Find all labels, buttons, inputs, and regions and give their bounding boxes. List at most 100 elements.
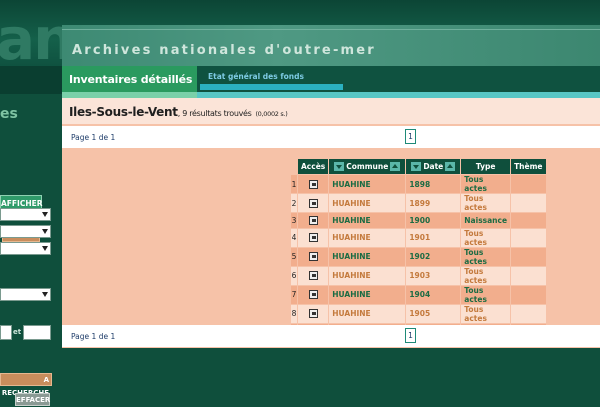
view-document-icon[interactable] [308, 252, 318, 262]
theme-cell [510, 227, 547, 248]
recherche-button[interactable]: A RECHERCHE [0, 373, 52, 397]
table-row[interactable]: 4 HUAHINE 1901 Tous actes [290, 227, 547, 248]
theme-cell [510, 174, 547, 194]
header-date-label: Date [423, 161, 444, 171]
commune-cell[interactable]: HUAHINE [328, 212, 407, 229]
commune-cell[interactable]: HUAHINE [328, 265, 407, 286]
commune-cell[interactable]: HUAHINE [328, 174, 407, 194]
results-panel: Iles-Sous-le-Vent, 9 résultats trouvés (… [62, 98, 600, 348]
table-row[interactable]: 8 HUAHINE 1905 Tous actes [290, 303, 547, 324]
date-from-field[interactable] [0, 325, 12, 340]
date-cell: 1902 [405, 246, 462, 267]
filter-select-1[interactable] [0, 208, 51, 221]
effacer-button[interactable]: EFFACER [15, 393, 50, 406]
tab-etat-general[interactable]: Etat général des fonds [208, 72, 304, 81]
acces-cell [296, 212, 330, 229]
table-row[interactable]: 7 HUAHINE 1904 Tous actes [290, 284, 547, 305]
acces-cell [296, 227, 330, 248]
header-commune-label: Commune [346, 161, 389, 171]
commune-cell[interactable]: HUAHINE [328, 193, 407, 213]
chevron-down-icon [42, 292, 48, 297]
sort-asc-icon[interactable] [445, 162, 456, 172]
view-document-icon[interactable] [308, 216, 318, 226]
result-place: Iles-Sous-le-Vent [69, 105, 178, 119]
view-document-icon[interactable] [308, 198, 318, 208]
acces-cell [296, 284, 330, 305]
row-number: 5 [290, 246, 298, 267]
row-number: 3 [290, 212, 298, 229]
result-header: Iles-Sous-le-Vent, 9 résultats trouvés (… [62, 98, 600, 124]
row-number: 7 [290, 284, 298, 305]
table-header-row: Accès Commune Date Type Thème [290, 158, 547, 175]
type-cell: Tous actes [460, 246, 512, 267]
table-row[interactable]: 5 HUAHINE 1902 Tous actes [290, 246, 547, 267]
acces-cell [296, 174, 330, 194]
result-title: Iles-Sous-le-Vent, 9 résultats trouvés (… [69, 105, 288, 119]
acces-cell [296, 246, 330, 267]
acces-cell [296, 303, 330, 324]
date-to-field[interactable] [23, 325, 51, 340]
date-cell: 1901 [405, 227, 462, 248]
chevron-down-icon [42, 246, 48, 251]
type-cell: Tous actes [460, 193, 512, 213]
page-number-button[interactable]: 1 [405, 129, 416, 144]
main-tabs: Inventaires détaillés Etat général des f… [62, 66, 600, 92]
filter-select-3[interactable] [0, 242, 51, 255]
theme-cell [510, 303, 547, 324]
view-document-icon[interactable] [308, 271, 318, 281]
table-row[interactable]: 3 HUAHINE 1900 Naissance [290, 212, 547, 229]
table-row[interactable]: 6 HUAHINE 1903 Tous actes [290, 265, 547, 286]
date-cell: 1898 [405, 174, 462, 194]
theme-cell [510, 265, 547, 286]
page-number-button[interactable]: 1 [405, 328, 416, 343]
title-band: Archives nationales d'outre-mer [62, 25, 600, 66]
type-cell: Tous actes [460, 265, 512, 286]
result-count: , 9 résultats trouvés [177, 109, 252, 118]
date-cell: 1899 [405, 193, 462, 213]
pagination-bottom: Page 1 de 1 1 [62, 325, 600, 347]
filter-select-4[interactable] [0, 288, 51, 301]
view-document-icon[interactable] [308, 179, 318, 189]
type-cell: Tous actes [460, 174, 512, 194]
date-cell: 1903 [405, 265, 462, 286]
results-table: Accès Commune Date Type Thème 1 HUAHINE 18… [290, 158, 547, 343]
date-range-separator: et [13, 328, 22, 336]
sort-desc-icon[interactable] [334, 162, 345, 172]
site-header: anom Archives nationales d'outre-mer [0, 0, 600, 66]
sidebar-header [0, 66, 62, 94]
view-document-icon[interactable] [308, 233, 318, 243]
theme-cell [510, 246, 547, 267]
commune-cell[interactable]: HUAHINE [328, 303, 407, 324]
sidebar-section-label: es [0, 106, 18, 122]
chevron-down-icon [42, 212, 48, 217]
row-number: 8 [290, 303, 298, 324]
acces-cell [296, 265, 330, 286]
page-label: Page 1 de 1 [71, 332, 116, 341]
tab-inventaires-detailles[interactable]: Inventaires détaillés [62, 66, 197, 92]
page-label: Page 1 de 1 [71, 133, 116, 142]
table-row[interactable]: 1 HUAHINE 1898 Tous actes [290, 174, 547, 194]
sort-asc-icon[interactable] [390, 162, 401, 172]
theme-cell [510, 284, 547, 305]
search-sidebar: es AFFICHER À PROPOS et A RECHERCHE EFFA… [0, 66, 62, 406]
view-document-icon[interactable] [308, 290, 318, 300]
acces-cell [296, 193, 330, 213]
filter-select-2[interactable] [0, 225, 51, 238]
page-footer [62, 348, 600, 372]
commune-cell[interactable]: HUAHINE [328, 227, 407, 248]
tab-underline [200, 84, 343, 90]
type-cell: Tous actes [460, 227, 512, 248]
view-document-icon[interactable] [308, 309, 318, 319]
commune-cell[interactable]: HUAHINE [328, 246, 407, 267]
header-type: Type [460, 158, 512, 175]
table-row[interactable]: 2 HUAHINE 1899 Tous actes [290, 193, 547, 213]
commune-cell[interactable]: HUAHINE [328, 284, 407, 305]
header-theme: Thème [510, 158, 547, 175]
site-title: Archives nationales d'outre-mer [72, 43, 376, 58]
row-number: 2 [290, 193, 298, 213]
sort-desc-icon[interactable] [411, 162, 422, 172]
row-number: 1 [290, 174, 298, 194]
header-date: Date [405, 158, 462, 175]
type-cell: Naissance [460, 212, 512, 229]
row-number: 4 [290, 227, 298, 248]
